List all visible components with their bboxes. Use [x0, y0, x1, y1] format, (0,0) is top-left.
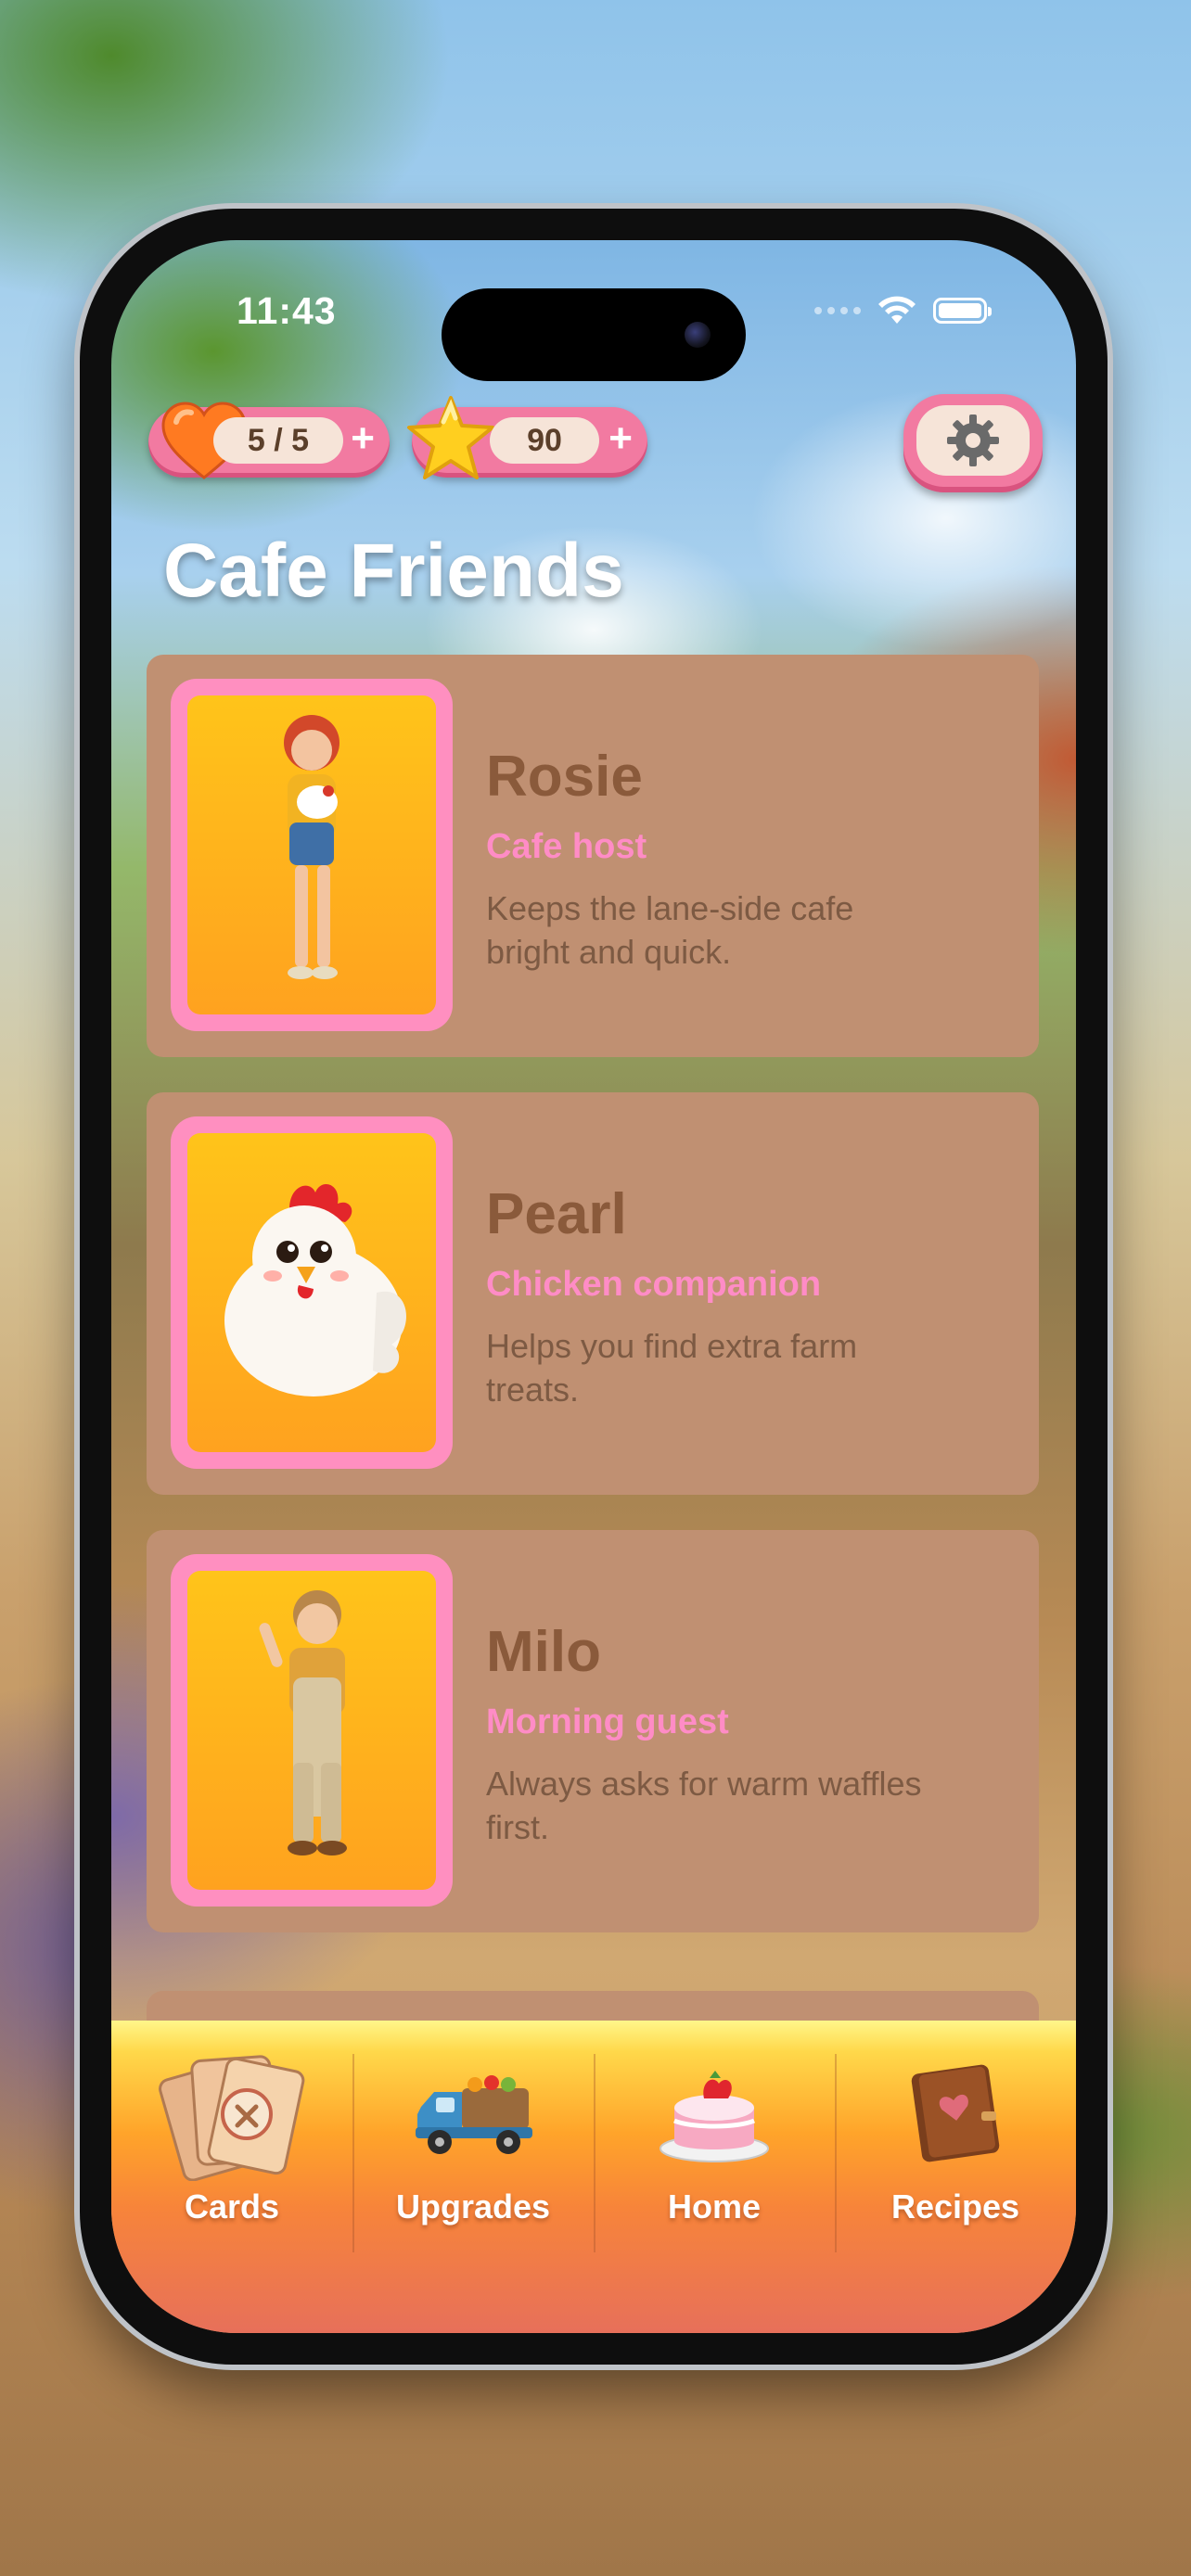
add-lives-button[interactable]: +	[351, 415, 375, 462]
status-icons	[814, 296, 992, 325]
wifi-icon	[877, 296, 916, 325]
dynamic-island	[442, 288, 746, 381]
recipe-book-icon	[900, 2047, 1011, 2176]
lives-counter[interactable]: 5 / 5 +	[148, 402, 390, 479]
page-title: Cafe Friends	[163, 529, 624, 613]
character-name: Pearl	[486, 1182, 627, 1246]
character-card[interactable]: Rosie Cafe host Keeps the lane-side cafe…	[147, 655, 1039, 1057]
card-portrait-frame	[171, 679, 453, 1031]
tab-recipes-label: Recipes	[890, 2187, 1020, 2225]
battery-icon	[933, 298, 992, 324]
tab-cards[interactable]: Cards	[111, 2021, 352, 2262]
cake-icon	[654, 2047, 775, 2176]
pearl-portrait	[187, 1133, 436, 1452]
camera-icon	[685, 322, 711, 348]
card-portrait-frame	[171, 1554, 453, 1906]
settings-button[interactable]	[903, 394, 1043, 492]
tab-home-label: Home	[667, 2187, 762, 2225]
character-name: Rosie	[486, 745, 643, 809]
character-card[interactable]: Milo Morning guest Always asks for warm …	[147, 1530, 1039, 1932]
stars-counter[interactable]: 90 +	[407, 396, 647, 479]
tab-home[interactable]: Home	[594, 2021, 835, 2262]
star-icon	[404, 392, 497, 489]
character-role: Chicken companion	[486, 1265, 822, 1304]
character-card[interactable]: Pearl Chicken companion Helps you find e…	[147, 1092, 1039, 1495]
gear-icon	[947, 414, 999, 466]
status-time: 11:43	[237, 289, 337, 332]
farm-truck-icon	[408, 2047, 538, 2176]
card-deck-icon	[158, 2047, 306, 2181]
character-role: Cafe host	[486, 827, 647, 866]
character-role: Morning guest	[486, 1702, 729, 1741]
tab-recipes[interactable]: Recipes	[835, 2021, 1076, 2262]
bottom-tab-bar: Cards Upgrades Home Recipes	[111, 2021, 1076, 2333]
character-description: Keeps the lane-side cafe bright and quic…	[486, 889, 854, 971]
app-screen: 11:43 5 / 5 + 90 + Cafe Friends Rosie Ca…	[111, 240, 1076, 2333]
cellular-signal-icon	[814, 307, 861, 314]
milo-portrait	[187, 1571, 436, 1890]
tab-upgrades[interactable]: Upgrades	[352, 2021, 594, 2262]
character-name: Milo	[486, 1620, 601, 1684]
phone-frame: 11:43 5 / 5 + 90 + Cafe Friends Rosie Ca…	[80, 209, 1108, 2365]
character-description: Always asks for warm waffles first.	[486, 1765, 922, 1846]
lives-value: 5 / 5	[213, 417, 343, 464]
character-description: Helps you find extra farm treats.	[486, 1327, 858, 1409]
card-portrait-frame	[171, 1116, 453, 1469]
stars-value: 90	[490, 417, 599, 464]
add-stars-button[interactable]: +	[608, 415, 633, 462]
tab-upgrades-label: Upgrades	[395, 2187, 551, 2225]
tab-cards-label: Cards	[184, 2187, 280, 2225]
rosie-portrait	[187, 695, 436, 1014]
